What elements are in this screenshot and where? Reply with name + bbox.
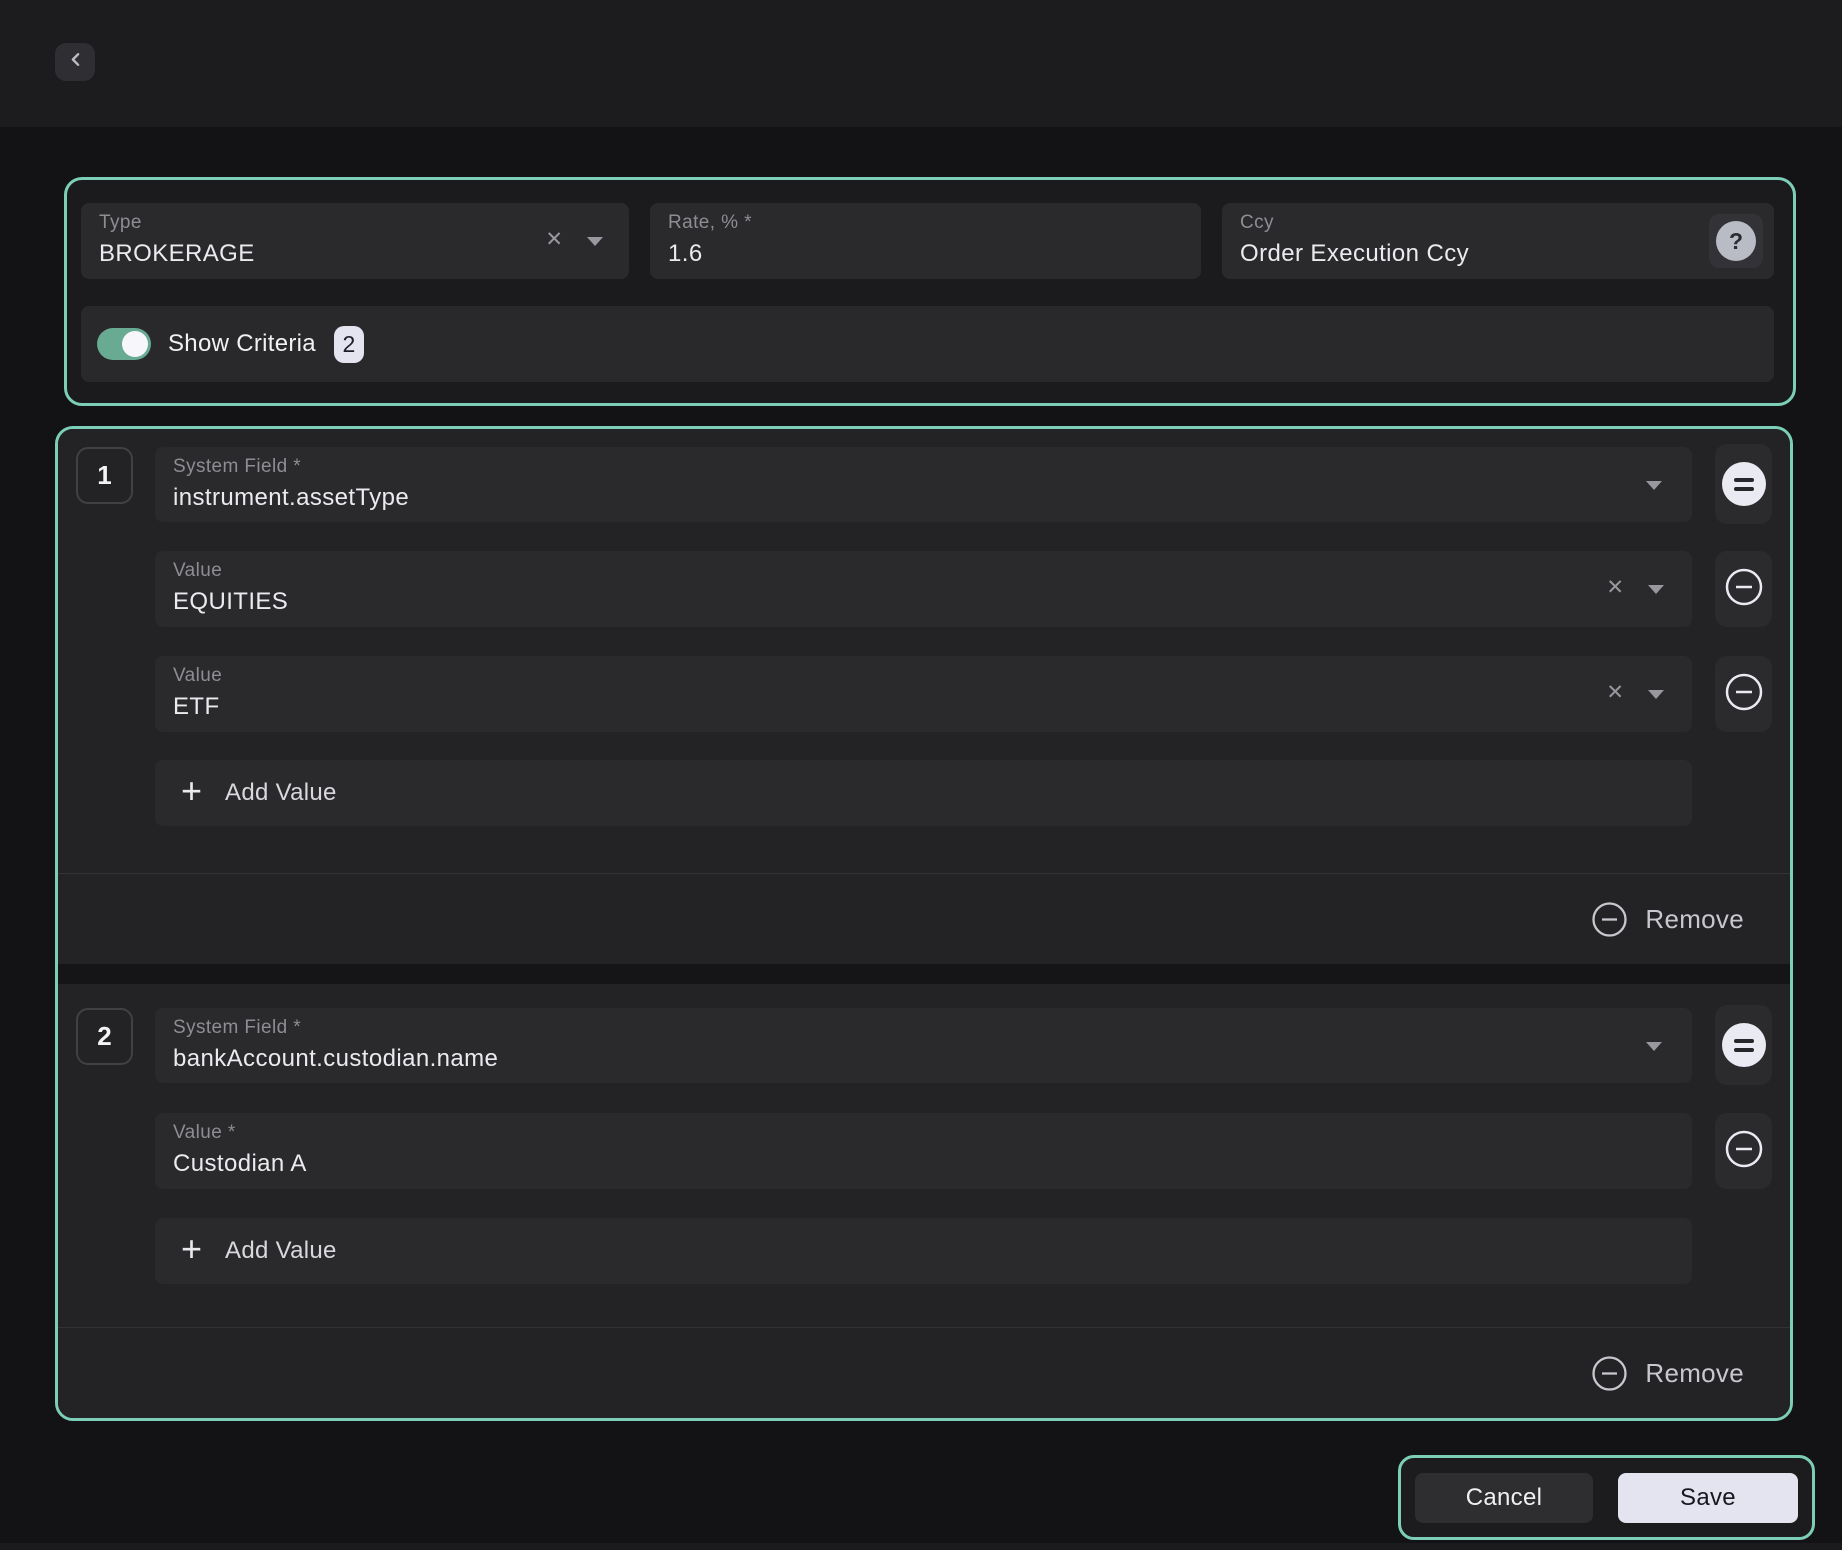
clear-icon[interactable]: ✕ bbox=[1606, 682, 1624, 703]
criteria-card: 1 System Field * instrument.assetType Va… bbox=[55, 426, 1793, 1421]
remove-criterion-button[interactable]: Remove bbox=[1591, 1355, 1744, 1392]
remove-row: Remove bbox=[58, 1328, 1790, 1418]
remove-label: Remove bbox=[1645, 1358, 1744, 1389]
back-button[interactable] bbox=[55, 43, 95, 81]
value-field-label: Value * bbox=[173, 1122, 236, 1144]
minus-circle-icon bbox=[1591, 1355, 1628, 1392]
value-field[interactable]: Value EQUITIES ✕ bbox=[155, 551, 1692, 627]
ccy-field[interactable]: Ccy Order Execution Ccy ? bbox=[1222, 203, 1774, 279]
show-criteria-label: Show Criteria bbox=[168, 330, 316, 358]
chevron-down-icon[interactable] bbox=[1648, 690, 1664, 699]
ccy-field-value: Order Execution Ccy bbox=[1240, 240, 1469, 268]
type-field-label: Type bbox=[99, 212, 142, 234]
criterion-options-button[interactable] bbox=[1715, 1005, 1772, 1085]
value-field[interactable]: Value ETF ✕ bbox=[155, 656, 1692, 732]
add-value-label: Add Value bbox=[225, 1237, 337, 1265]
system-field-value: instrument.assetType bbox=[173, 484, 409, 512]
clear-icon[interactable]: ✕ bbox=[1606, 577, 1624, 598]
app-header bbox=[0, 0, 1842, 127]
criterion-block-1: 1 System Field * instrument.assetType Va… bbox=[58, 429, 1790, 964]
chevron-down-icon[interactable] bbox=[1648, 585, 1664, 594]
add-value-button[interactable]: + Add Value bbox=[155, 1218, 1692, 1284]
chevron-down-icon[interactable] bbox=[1646, 481, 1662, 490]
remove-value-button[interactable] bbox=[1715, 656, 1772, 732]
value-field-label: Value bbox=[173, 665, 222, 687]
system-field[interactable]: System Field * instrument.assetType bbox=[155, 447, 1692, 522]
add-value-label: Add Value bbox=[225, 779, 337, 807]
minus-circle-icon bbox=[1591, 901, 1628, 938]
minus-circle-icon bbox=[1724, 672, 1764, 717]
ccy-field-label: Ccy bbox=[1240, 212, 1274, 234]
clear-icon[interactable]: ✕ bbox=[545, 229, 563, 250]
rate-field[interactable]: Rate, % * 1.6 bbox=[650, 203, 1201, 279]
remove-criterion-button[interactable]: Remove bbox=[1591, 901, 1744, 938]
equals-circle-icon bbox=[1722, 462, 1766, 506]
criteria-count-badge: 2 bbox=[334, 326, 364, 363]
value-field-value: Custodian A bbox=[173, 1150, 307, 1178]
fee-card: Type BROKERAGE ✕ Rate, % * 1.6 Ccy Order… bbox=[64, 177, 1796, 406]
criterion-number: 2 bbox=[76, 1008, 133, 1065]
action-bar: Cancel Save bbox=[1398, 1455, 1815, 1540]
help-button[interactable]: ? bbox=[1709, 214, 1763, 268]
minus-circle-icon bbox=[1724, 1129, 1764, 1174]
remove-value-button[interactable] bbox=[1715, 1113, 1772, 1189]
chevron-left-icon bbox=[67, 51, 84, 73]
toggle-knob bbox=[122, 331, 148, 357]
show-criteria-toggle[interactable] bbox=[97, 328, 151, 360]
value-field-label: Value bbox=[173, 560, 222, 582]
question-mark-icon: ? bbox=[1716, 221, 1756, 261]
add-value-button[interactable]: + Add Value bbox=[155, 760, 1692, 826]
save-button[interactable]: Save bbox=[1618, 1473, 1798, 1523]
system-field-label: System Field * bbox=[173, 456, 301, 478]
equals-circle-icon bbox=[1722, 1023, 1766, 1067]
remove-value-button[interactable] bbox=[1715, 551, 1772, 627]
criterion-options-button[interactable] bbox=[1715, 444, 1772, 524]
rate-field-value: 1.6 bbox=[668, 240, 703, 268]
minus-circle-icon bbox=[1724, 567, 1764, 612]
cancel-button[interactable]: Cancel bbox=[1415, 1473, 1593, 1523]
plus-icon: + bbox=[181, 773, 202, 809]
type-field-value: BROKERAGE bbox=[99, 240, 255, 268]
value-field-value: EQUITIES bbox=[173, 588, 288, 616]
criterion-number: 1 bbox=[76, 447, 133, 504]
chevron-down-icon[interactable] bbox=[587, 237, 603, 246]
system-field-label: System Field * bbox=[173, 1017, 301, 1039]
footer-strip bbox=[0, 1543, 1842, 1550]
rate-field-label: Rate, % * bbox=[668, 212, 752, 234]
criterion-block-2: 2 System Field * bankAccount.custodian.n… bbox=[58, 984, 1790, 1418]
chevron-down-icon[interactable] bbox=[1646, 1042, 1662, 1051]
system-field-value: bankAccount.custodian.name bbox=[173, 1045, 498, 1073]
value-field[interactable]: Value * Custodian A bbox=[155, 1113, 1692, 1189]
page: Type BROKERAGE ✕ Rate, % * 1.6 Ccy Order… bbox=[0, 0, 1842, 1550]
type-field[interactable]: Type BROKERAGE ✕ bbox=[81, 203, 629, 279]
show-criteria-panel: Show Criteria 2 bbox=[81, 306, 1774, 382]
remove-label: Remove bbox=[1645, 904, 1744, 935]
remove-row: Remove bbox=[58, 874, 1790, 964]
system-field[interactable]: System Field * bankAccount.custodian.nam… bbox=[155, 1008, 1692, 1083]
value-field-value: ETF bbox=[173, 693, 220, 721]
plus-icon: + bbox=[181, 1231, 202, 1267]
